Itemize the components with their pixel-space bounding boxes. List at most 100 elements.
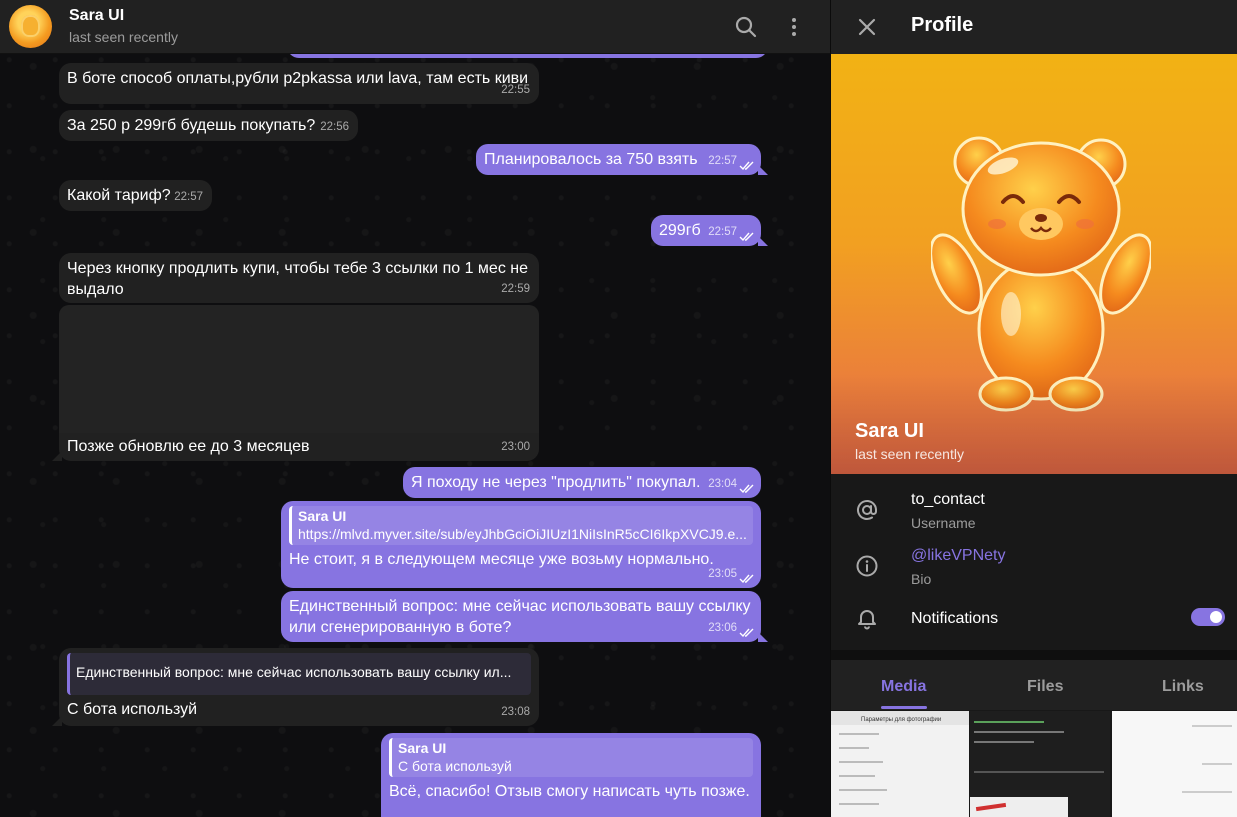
media-placeholder[interactable] xyxy=(59,305,539,433)
media-message-bubble[interactable]: Позже обновлю ее до 3 месяцев 23:00 xyxy=(52,305,539,461)
chat-title[interactable]: Sara UI xyxy=(69,7,124,25)
double-check-icon xyxy=(739,484,754,494)
notifications-row[interactable]: Notifications xyxy=(831,592,1237,648)
message-time: 23:04 xyxy=(708,478,737,490)
bio-label: Bio xyxy=(911,571,932,587)
message-text: Не стоит, я в следующем месяце уже возьм… xyxy=(289,551,714,568)
message-text: С бота используй xyxy=(67,701,198,718)
thumb-line xyxy=(839,733,879,735)
profile-header: Profile xyxy=(831,0,1237,54)
message-text: Какой тариф? xyxy=(67,187,171,204)
message-bubble[interactable]: Какой тариф? 22:57 xyxy=(59,180,212,211)
media-tabs: Media Files Links xyxy=(831,660,1237,710)
toggle-knob xyxy=(1208,609,1224,625)
reply-text: С бота используй xyxy=(398,758,512,774)
message-bubble[interactable]: За 250 р 299гб будешь покупать? 22:56 xyxy=(59,110,358,141)
reply-quote[interactable]: Единственный вопрос: мне сейчас использо… xyxy=(67,653,531,695)
thumb-line xyxy=(839,775,875,777)
bubble-tail xyxy=(758,165,768,175)
tab-media[interactable]: Media xyxy=(881,678,926,696)
reply-quote[interactable]: Sara UI С бота используй xyxy=(389,738,753,777)
thumb-line xyxy=(974,741,1034,743)
message-text: Через кнопку продлить купи, чтобы тебе 3… xyxy=(67,260,528,298)
tab-links[interactable]: Links xyxy=(1162,678,1204,696)
reply-text: Единственный вопрос: мне сейчас использо… xyxy=(76,664,512,680)
chat-panel: В боте способ оплаты,рубли p2pkassa или … xyxy=(0,0,830,817)
thumb-line xyxy=(839,761,883,763)
bear-sticker-image xyxy=(931,136,1151,412)
message-time: 23:00 xyxy=(501,441,530,453)
reply-author: Sara UI xyxy=(298,508,347,524)
at-sign-icon xyxy=(857,500,877,520)
thumb-line xyxy=(839,789,887,791)
section-divider xyxy=(831,650,1237,660)
message-text: В боте способ оплаты,рубли p2pkassa или … xyxy=(67,70,529,87)
profile-status: last seen recently xyxy=(855,446,964,462)
reply-author: Sara UI xyxy=(398,740,447,756)
thumb-heading: Параметры для фотографии xyxy=(861,717,942,723)
avatar[interactable] xyxy=(9,5,52,48)
close-icon[interactable] xyxy=(855,15,879,39)
bubble-tail xyxy=(52,716,62,726)
username-label: Username xyxy=(911,515,976,531)
message-time: 22:57 xyxy=(174,191,203,203)
message-bubble[interactable]: Планировалось за 750 взять 22:57 xyxy=(476,144,768,175)
message-text: Всё, спасибо! Отзыв смогу написать чуть … xyxy=(389,783,750,800)
thumb-line xyxy=(974,721,1044,723)
message-text: Позже обновлю ее до 3 месяцев xyxy=(67,438,310,455)
reply-message-bubble[interactable]: Sara UI С бота используй Всё, спасибо! О… xyxy=(381,733,761,817)
bubble-tail xyxy=(52,451,62,461)
bell-icon xyxy=(858,610,876,630)
search-icon[interactable] xyxy=(733,14,759,40)
message-text: 299гб xyxy=(659,222,701,239)
message-time: 22:57 xyxy=(708,155,737,167)
profile-panel: Profile Sara UI last seen recently to_co… xyxy=(830,0,1237,817)
thumb-line xyxy=(839,803,879,805)
reply-text: https://mlvd.myver.site/sub/eyJhbGciOiJI… xyxy=(298,526,747,542)
username-row[interactable]: to_contact Username xyxy=(831,484,1237,540)
message-time: 23:08 xyxy=(501,706,530,718)
message-text: Я походу не через "продлить" покупал. xyxy=(411,474,701,491)
message-bubble[interactable]: Через кнопку продлить купи, чтобы тебе 3… xyxy=(59,253,539,303)
media-thumbnail[interactable]: Параметры для фотографии xyxy=(831,711,969,817)
reply-message-bubble[interactable]: Sara UI https://mlvd.myver.site/sub/eyJh… xyxy=(281,501,761,588)
bubble-tail xyxy=(758,632,768,642)
message-bubble[interactable]: В боте способ оплаты,рубли p2pkassa или … xyxy=(59,63,539,104)
notifications-toggle[interactable] xyxy=(1191,608,1225,626)
profile-title: Profile xyxy=(911,14,974,36)
message-bubble[interactable]: 299гб 22:57 xyxy=(651,215,768,246)
bio-row[interactable]: @likeVPNety Bio xyxy=(831,540,1237,596)
message-time: 22:56 xyxy=(320,121,349,133)
bubble-tail xyxy=(758,236,768,246)
message-bubble[interactable]: Я походу не через "продлить" покупал. 23… xyxy=(403,467,761,498)
chat-header[interactable]: Sara UI last seen recently xyxy=(0,0,830,54)
media-thumbnail[interactable] xyxy=(970,711,1110,817)
thumb-line xyxy=(974,771,1104,773)
double-check-icon xyxy=(739,628,754,638)
bio-link[interactable]: @likeVPNety xyxy=(911,547,1006,565)
tab-files[interactable]: Files xyxy=(1027,678,1063,696)
reply-quote[interactable]: Sara UI https://mlvd.myver.site/sub/eyJh… xyxy=(289,506,753,545)
chat-status: last seen recently xyxy=(69,29,178,45)
bear-avatar-icon xyxy=(21,15,40,37)
reply-message-bubble[interactable]: Единственный вопрос: мне сейчас использо… xyxy=(52,648,539,726)
active-tab-indicator xyxy=(881,706,927,709)
more-vertical-icon[interactable] xyxy=(781,14,807,40)
message-time: 22:59 xyxy=(501,283,530,295)
message-text: Планировалось за 750 взять xyxy=(484,151,698,168)
info-icon xyxy=(856,555,878,577)
double-check-icon xyxy=(739,574,754,584)
message-text: Единственный вопрос: мне сейчас использо… xyxy=(289,598,751,636)
profile-photo[interactable]: Sara UI last seen recently xyxy=(831,54,1237,474)
username-value: to_contact xyxy=(911,491,985,508)
double-check-icon xyxy=(739,161,754,171)
message-time: 23:06 xyxy=(708,622,737,634)
message-time: 23:05 xyxy=(708,568,737,580)
message-text: За 250 р 299гб будешь покупать? xyxy=(67,117,316,134)
notifications-label: Notifications xyxy=(911,610,999,627)
thumb-line xyxy=(839,747,869,749)
media-thumbnail[interactable] xyxy=(1112,711,1237,817)
profile-name: Sara UI xyxy=(855,420,924,442)
message-time: 22:57 xyxy=(708,226,737,238)
message-bubble[interactable]: Единственный вопрос: мне сейчас использо… xyxy=(281,591,768,642)
